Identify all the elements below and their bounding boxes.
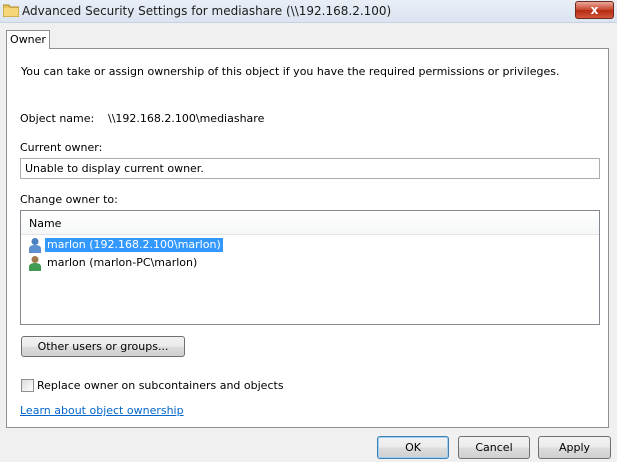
list-item[interactable]: marlon (192.168.2.100\marlon) <box>27 236 587 254</box>
list-header-label: Name <box>29 217 62 230</box>
learn-ownership-link[interactable]: Learn about object ownership <box>20 404 184 417</box>
change-owner-label: Change owner to: <box>20 193 118 206</box>
ok-button[interactable]: OK <box>377 436 449 459</box>
current-owner-field[interactable]: Unable to display current owner. <box>20 158 600 179</box>
object-name-value: \\192.168.2.100\mediashare <box>108 112 265 125</box>
list-item-label: marlon (192.168.2.100\marlon) <box>45 238 223 252</box>
tab-owner[interactable]: Owner <box>6 30 50 49</box>
list-header-name[interactable]: Name <box>21 211 599 235</box>
list-item[interactable]: marlon (marlon-PC\marlon) <box>27 254 587 272</box>
current-owner-label: Current owner: <box>20 141 103 154</box>
list-item-label: marlon (marlon-PC\marlon) <box>47 256 198 269</box>
replace-owner-checkbox[interactable] <box>21 379 34 392</box>
owner-list[interactable]: Name marlon (192.168.2.100\marlon) marlo… <box>20 210 600 325</box>
other-users-button[interactable]: Other users or groups... <box>21 336 185 357</box>
user-icon <box>29 256 41 271</box>
description-text: You can take or assign ownership of this… <box>21 65 560 78</box>
close-button[interactable]: x <box>575 1 614 19</box>
folder-icon <box>3 4 19 17</box>
apply-button[interactable]: Apply <box>538 436 611 459</box>
owner-panel: You can take or assign ownership of this… <box>6 48 609 428</box>
replace-owner-label[interactable]: Replace owner on subcontainers and objec… <box>37 379 284 392</box>
cancel-button[interactable]: Cancel <box>458 436 530 459</box>
user-icon <box>29 238 41 253</box>
window-title: Advanced Security Settings for mediashar… <box>22 4 392 18</box>
object-name-label: Object name: <box>20 112 95 125</box>
title-bar: Advanced Security Settings for mediashar… <box>0 0 617 23</box>
